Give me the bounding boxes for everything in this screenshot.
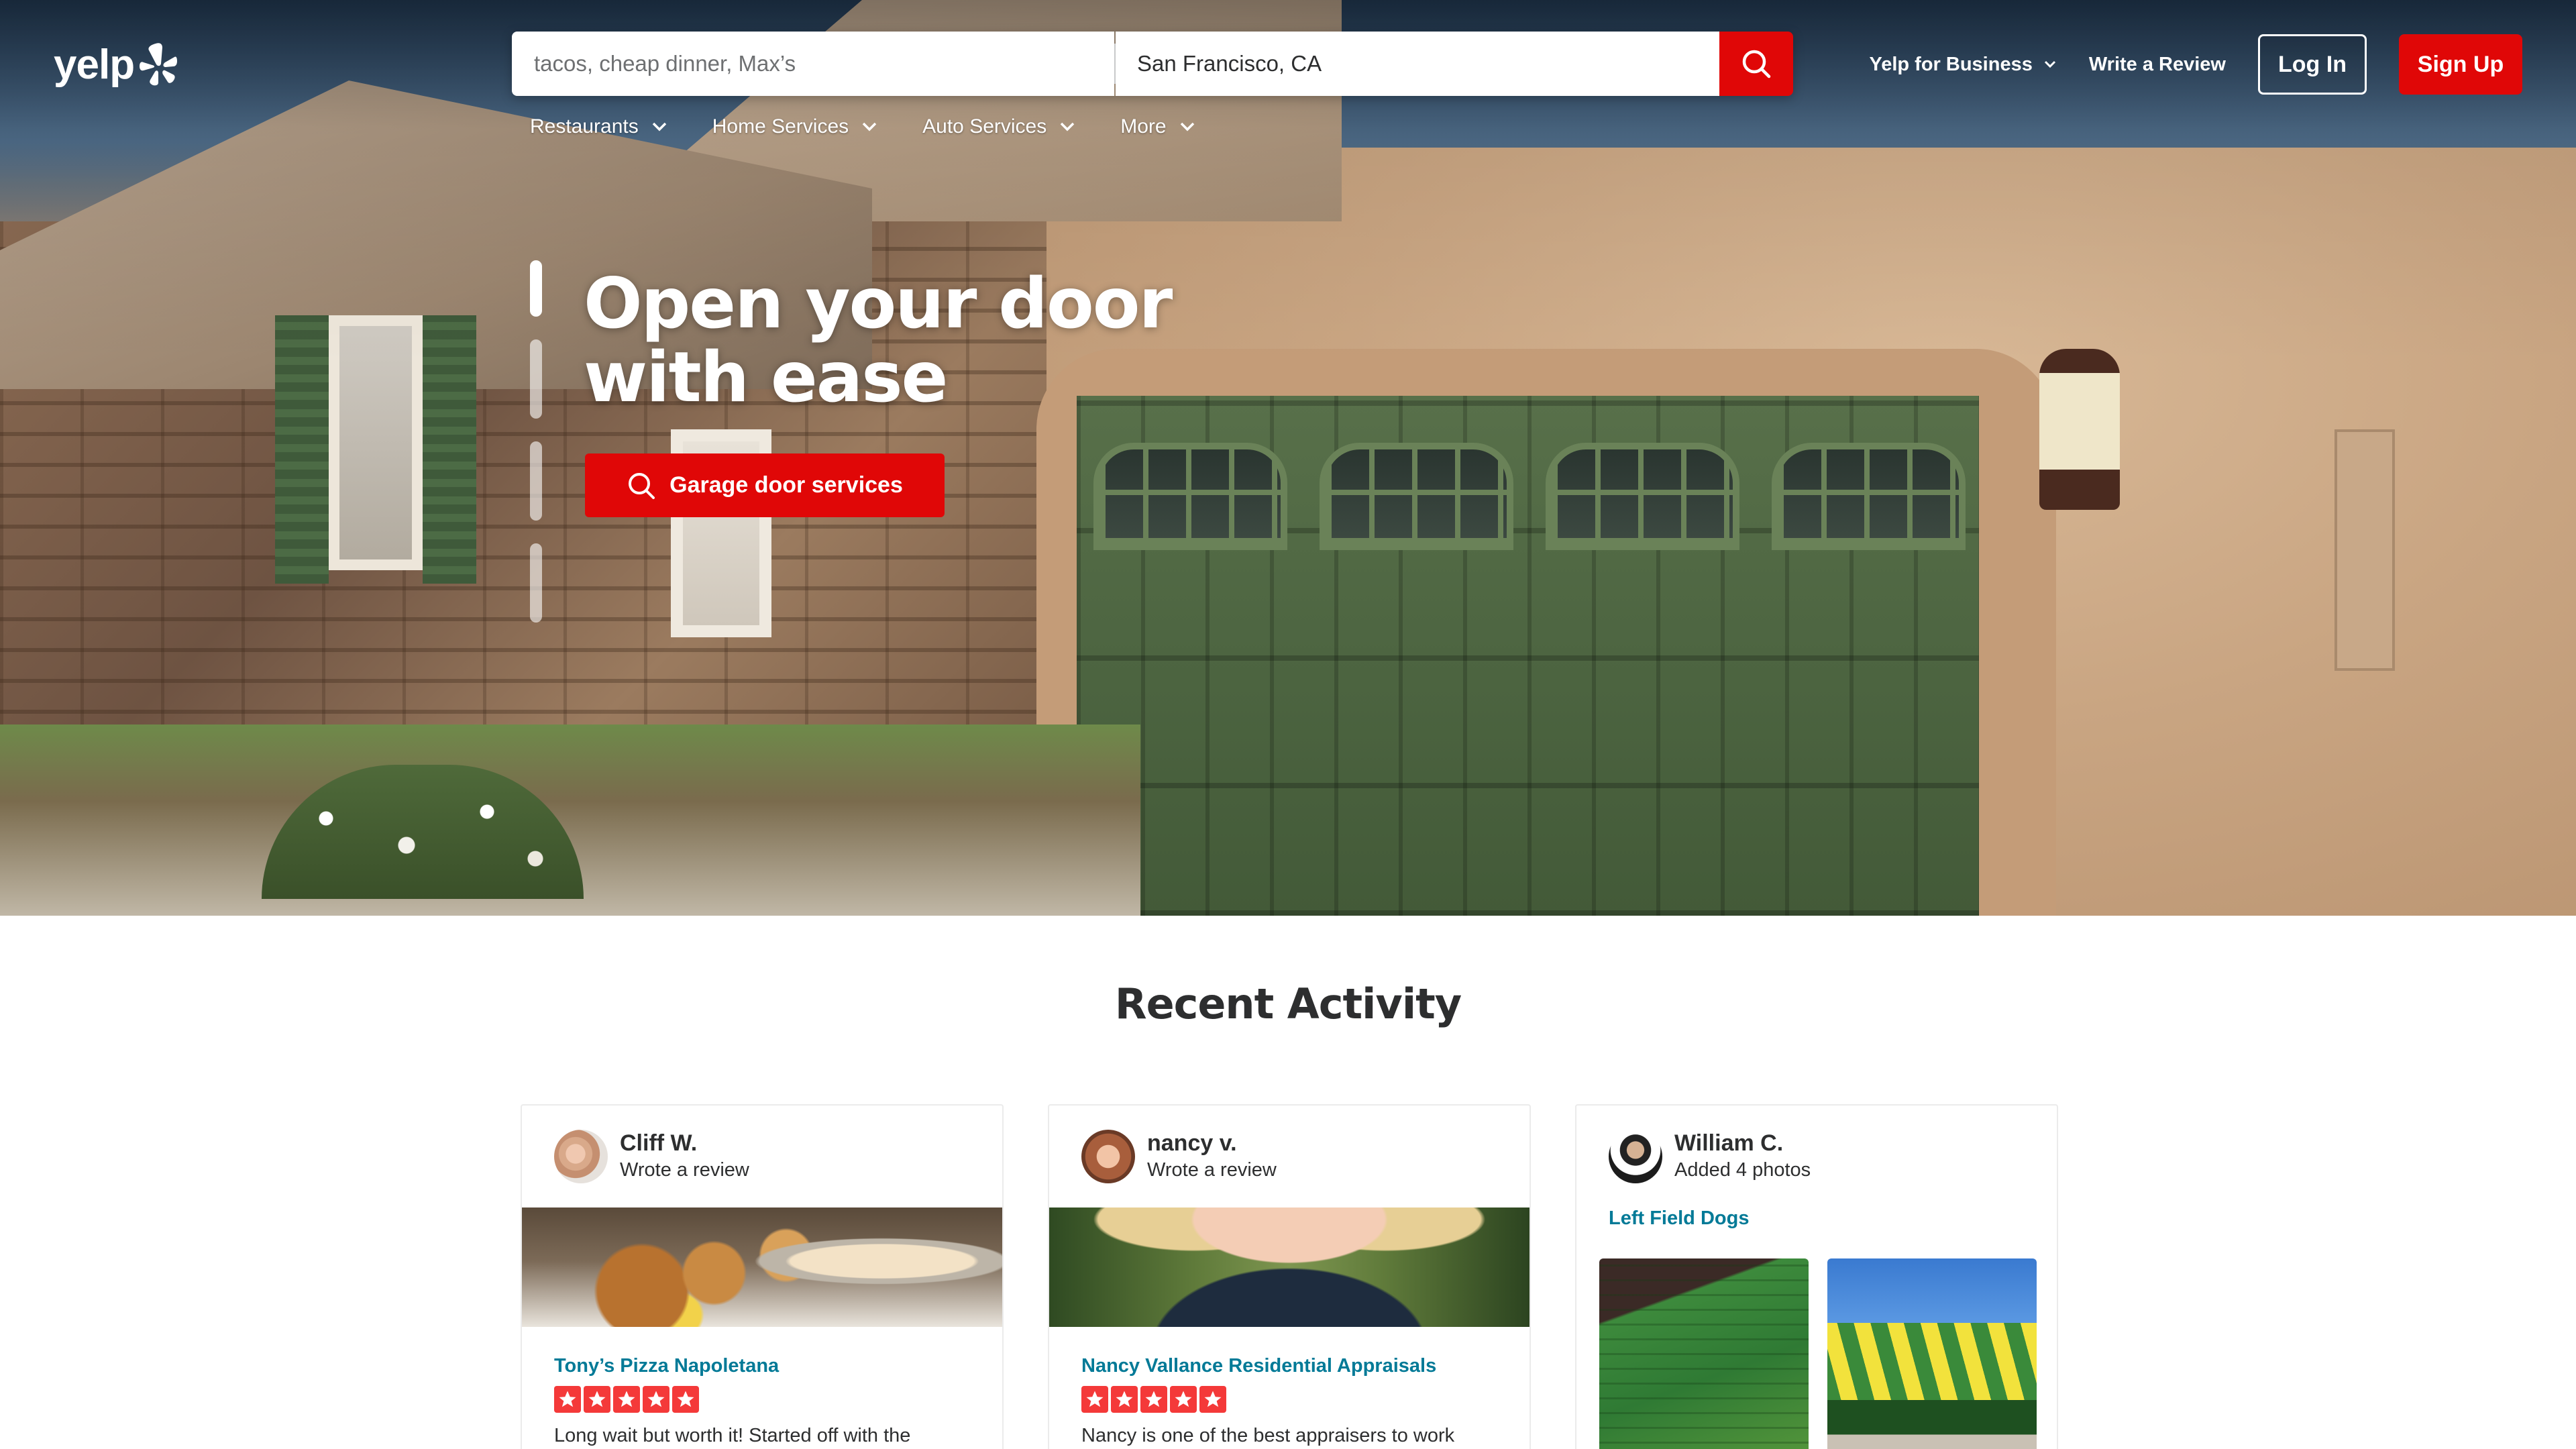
- hero-banner: [0, 0, 2576, 916]
- search-icon: [629, 472, 655, 499]
- activity-card: William C. Added 4 photos Left Field Dog…: [1575, 1104, 2058, 1449]
- review-photo[interactable]: [522, 1208, 1002, 1327]
- category-restaurants[interactable]: Restaurants: [530, 115, 668, 138]
- activity-card: nancy v. Wrote a review Nancy Vallance R…: [1048, 1104, 1531, 1449]
- chevron-down-icon: [1061, 122, 1075, 131]
- star-rating: [1081, 1386, 1226, 1413]
- search-icon: [1742, 50, 1771, 78]
- chevron-down-icon: [862, 122, 877, 131]
- chevron-down-icon: [652, 122, 666, 131]
- star-icon: [643, 1386, 669, 1413]
- hero-headline-line2: with ease: [584, 337, 948, 418]
- star-icon: [1140, 1386, 1167, 1413]
- business-link[interactable]: Nancy Vallance Residential Appraisals: [1081, 1355, 1436, 1377]
- star-rating: [554, 1386, 699, 1413]
- category-label: Auto Services: [922, 115, 1047, 138]
- user-name[interactable]: nancy v.: [1147, 1130, 1277, 1157]
- header-actions: Yelp for Business Write a Review Log In …: [1869, 34, 2522, 95]
- hero-shade-overlay: [0, 0, 2576, 916]
- search-location-input[interactable]: [1116, 32, 1719, 96]
- star-icon: [1111, 1386, 1138, 1413]
- carousel-indicator-3[interactable]: [530, 441, 542, 521]
- avatar[interactable]: [1609, 1130, 1662, 1183]
- business-photo[interactable]: [1599, 1258, 1809, 1449]
- category-home-services[interactable]: Home Services: [712, 115, 878, 138]
- star-icon: [1170, 1386, 1197, 1413]
- logo-text: yelp: [54, 41, 135, 88]
- carousel-indicator-1[interactable]: [530, 260, 542, 317]
- category-more[interactable]: More: [1120, 115, 1195, 138]
- category-nav: Restaurants Home Services Auto Services …: [530, 115, 1196, 138]
- yelp-for-business-label: Yelp for Business: [1869, 53, 2033, 75]
- user-action: Added 4 photos: [1674, 1159, 1811, 1181]
- chevron-down-icon: [2044, 60, 2055, 68]
- activity-card-header: nancy v. Wrote a review: [1081, 1130, 1277, 1183]
- star-icon: [1081, 1386, 1108, 1413]
- star-icon: [613, 1386, 640, 1413]
- user-action: Wrote a review: [620, 1159, 749, 1181]
- avatar[interactable]: [554, 1130, 608, 1183]
- business-link[interactable]: Tony’s Pizza Napoletana: [554, 1355, 779, 1377]
- activity-card: Cliff W. Wrote a review Tony’s Pizza Nap…: [521, 1104, 1004, 1449]
- star-icon: [1199, 1386, 1226, 1413]
- user-name[interactable]: Cliff W.: [620, 1130, 749, 1157]
- business-photo[interactable]: [1827, 1258, 2037, 1449]
- yelp-logo[interactable]: yelp: [54, 39, 178, 90]
- hero-headline-line1: Open your door: [584, 264, 1173, 344]
- hero-headline: Open your door with ease: [584, 267, 1322, 415]
- search-submit-button[interactable]: [1719, 32, 1793, 96]
- recent-activity-cards: Cliff W. Wrote a review Tony’s Pizza Nap…: [521, 1104, 2058, 1449]
- review-snippet: Long wait but worth it! Started off with…: [554, 1425, 911, 1446]
- search-find-input[interactable]: [512, 32, 1114, 96]
- business-link[interactable]: Left Field Dogs: [1609, 1208, 1749, 1230]
- recent-activity-title: Recent Activity: [1114, 979, 1462, 1028]
- star-icon: [672, 1386, 699, 1413]
- carousel-indicator-4[interactable]: [530, 543, 542, 623]
- category-auto-services[interactable]: Auto Services: [922, 115, 1076, 138]
- star-icon: [554, 1386, 581, 1413]
- avatar[interactable]: [1081, 1130, 1135, 1183]
- hero-cta-label: Garage door services: [669, 472, 903, 498]
- sign-up-button[interactable]: Sign Up: [2399, 34, 2522, 95]
- carousel-indicator-2[interactable]: [530, 339, 542, 419]
- hero-carousel-indicators: [530, 260, 542, 623]
- photo-grid: [1599, 1258, 2037, 1449]
- write-review-link[interactable]: Write a Review: [2089, 54, 2226, 76]
- user-name[interactable]: William C.: [1674, 1130, 1811, 1157]
- search-bar: [512, 32, 1793, 96]
- activity-card-header: William C. Added 4 photos: [1609, 1130, 1811, 1183]
- star-icon: [584, 1386, 610, 1413]
- chevron-down-icon: [1180, 122, 1194, 131]
- activity-card-header: Cliff W. Wrote a review: [554, 1130, 749, 1183]
- user-action: Wrote a review: [1147, 1159, 1277, 1181]
- category-label: Home Services: [712, 115, 849, 138]
- yelp-for-business-dropdown[interactable]: Yelp for Business: [1869, 54, 2056, 76]
- garage-door-services-button[interactable]: Garage door services: [585, 453, 945, 517]
- yelp-burst-icon: [138, 42, 178, 87]
- log-in-button[interactable]: Log In: [2258, 34, 2367, 95]
- review-photo[interactable]: [1049, 1208, 1529, 1327]
- category-label: More: [1120, 115, 1167, 138]
- review-snippet: Nancy is one of the best appraisers to w…: [1081, 1425, 1455, 1446]
- category-label: Restaurants: [530, 115, 639, 138]
